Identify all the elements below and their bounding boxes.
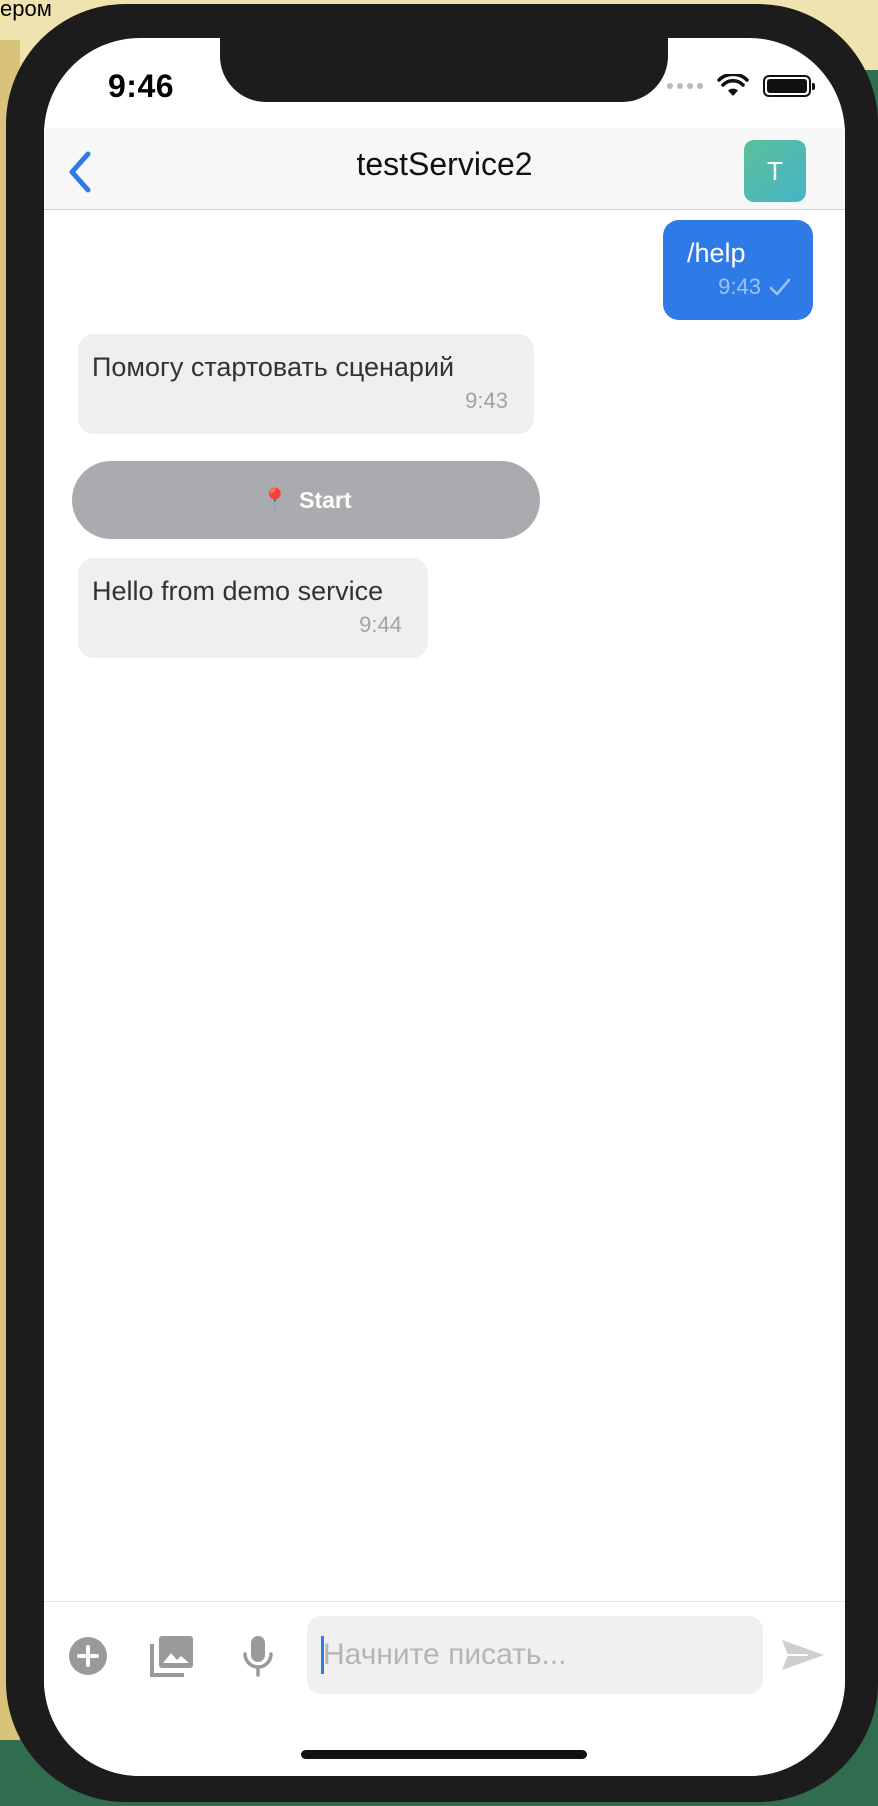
status-icons [667,74,815,98]
avatar[interactable]: T [744,140,806,202]
microphone-icon [243,1636,273,1677]
outgoing-message[interactable]: /help 9:43 [663,220,813,320]
status-time: 9:46 [108,68,175,104]
message-time: 9:43 [718,274,761,299]
message-time: 9:44 [359,612,402,637]
chat-title: testService2 [356,146,533,182]
message-text: /help [687,238,746,268]
start-button-label: Start [299,486,352,513]
phone-frame: 9:46 testService2 T /help 9:43 Помогу ст… [6,4,878,1802]
message-time: 9:43 [465,388,508,413]
nav-bar: testService2 T [44,128,845,210]
image-gallery-icon [150,1636,193,1677]
pin-icon: 📍 [260,486,290,513]
message-input[interactable] [323,1616,753,1694]
message-text: Hello from demo service [92,576,384,606]
incoming-message[interactable]: Помогу стартовать сценарий 9:43 [78,334,534,434]
plus-circle-icon [69,1637,107,1675]
message-list[interactable]: /help 9:43 Помогу стартовать сценарий 9:… [44,211,845,1521]
battery-icon [763,75,815,97]
voice-button[interactable] [234,1632,282,1680]
background-text: ером [0,0,52,21]
send-icon [782,1640,824,1670]
phone-screen: 9:46 testService2 T /help 9:43 Помогу ст… [44,38,845,1776]
gallery-button[interactable] [148,1632,196,1680]
home-indicator [301,1750,587,1759]
message-text: Помогу стартовать сценарий [92,352,455,382]
start-button[interactable]: 📍 Start [72,461,540,539]
signal-icon [667,83,703,89]
incoming-message[interactable]: Hello from demo service 9:44 [78,558,428,658]
checkmark-icon [769,278,791,296]
message-meta: 9:43 [718,274,791,300]
wifi-icon [717,74,749,96]
send-button[interactable] [778,1630,828,1680]
attach-button[interactable] [64,1632,112,1680]
message-input-container[interactable] [307,1616,763,1694]
notch [220,38,668,102]
